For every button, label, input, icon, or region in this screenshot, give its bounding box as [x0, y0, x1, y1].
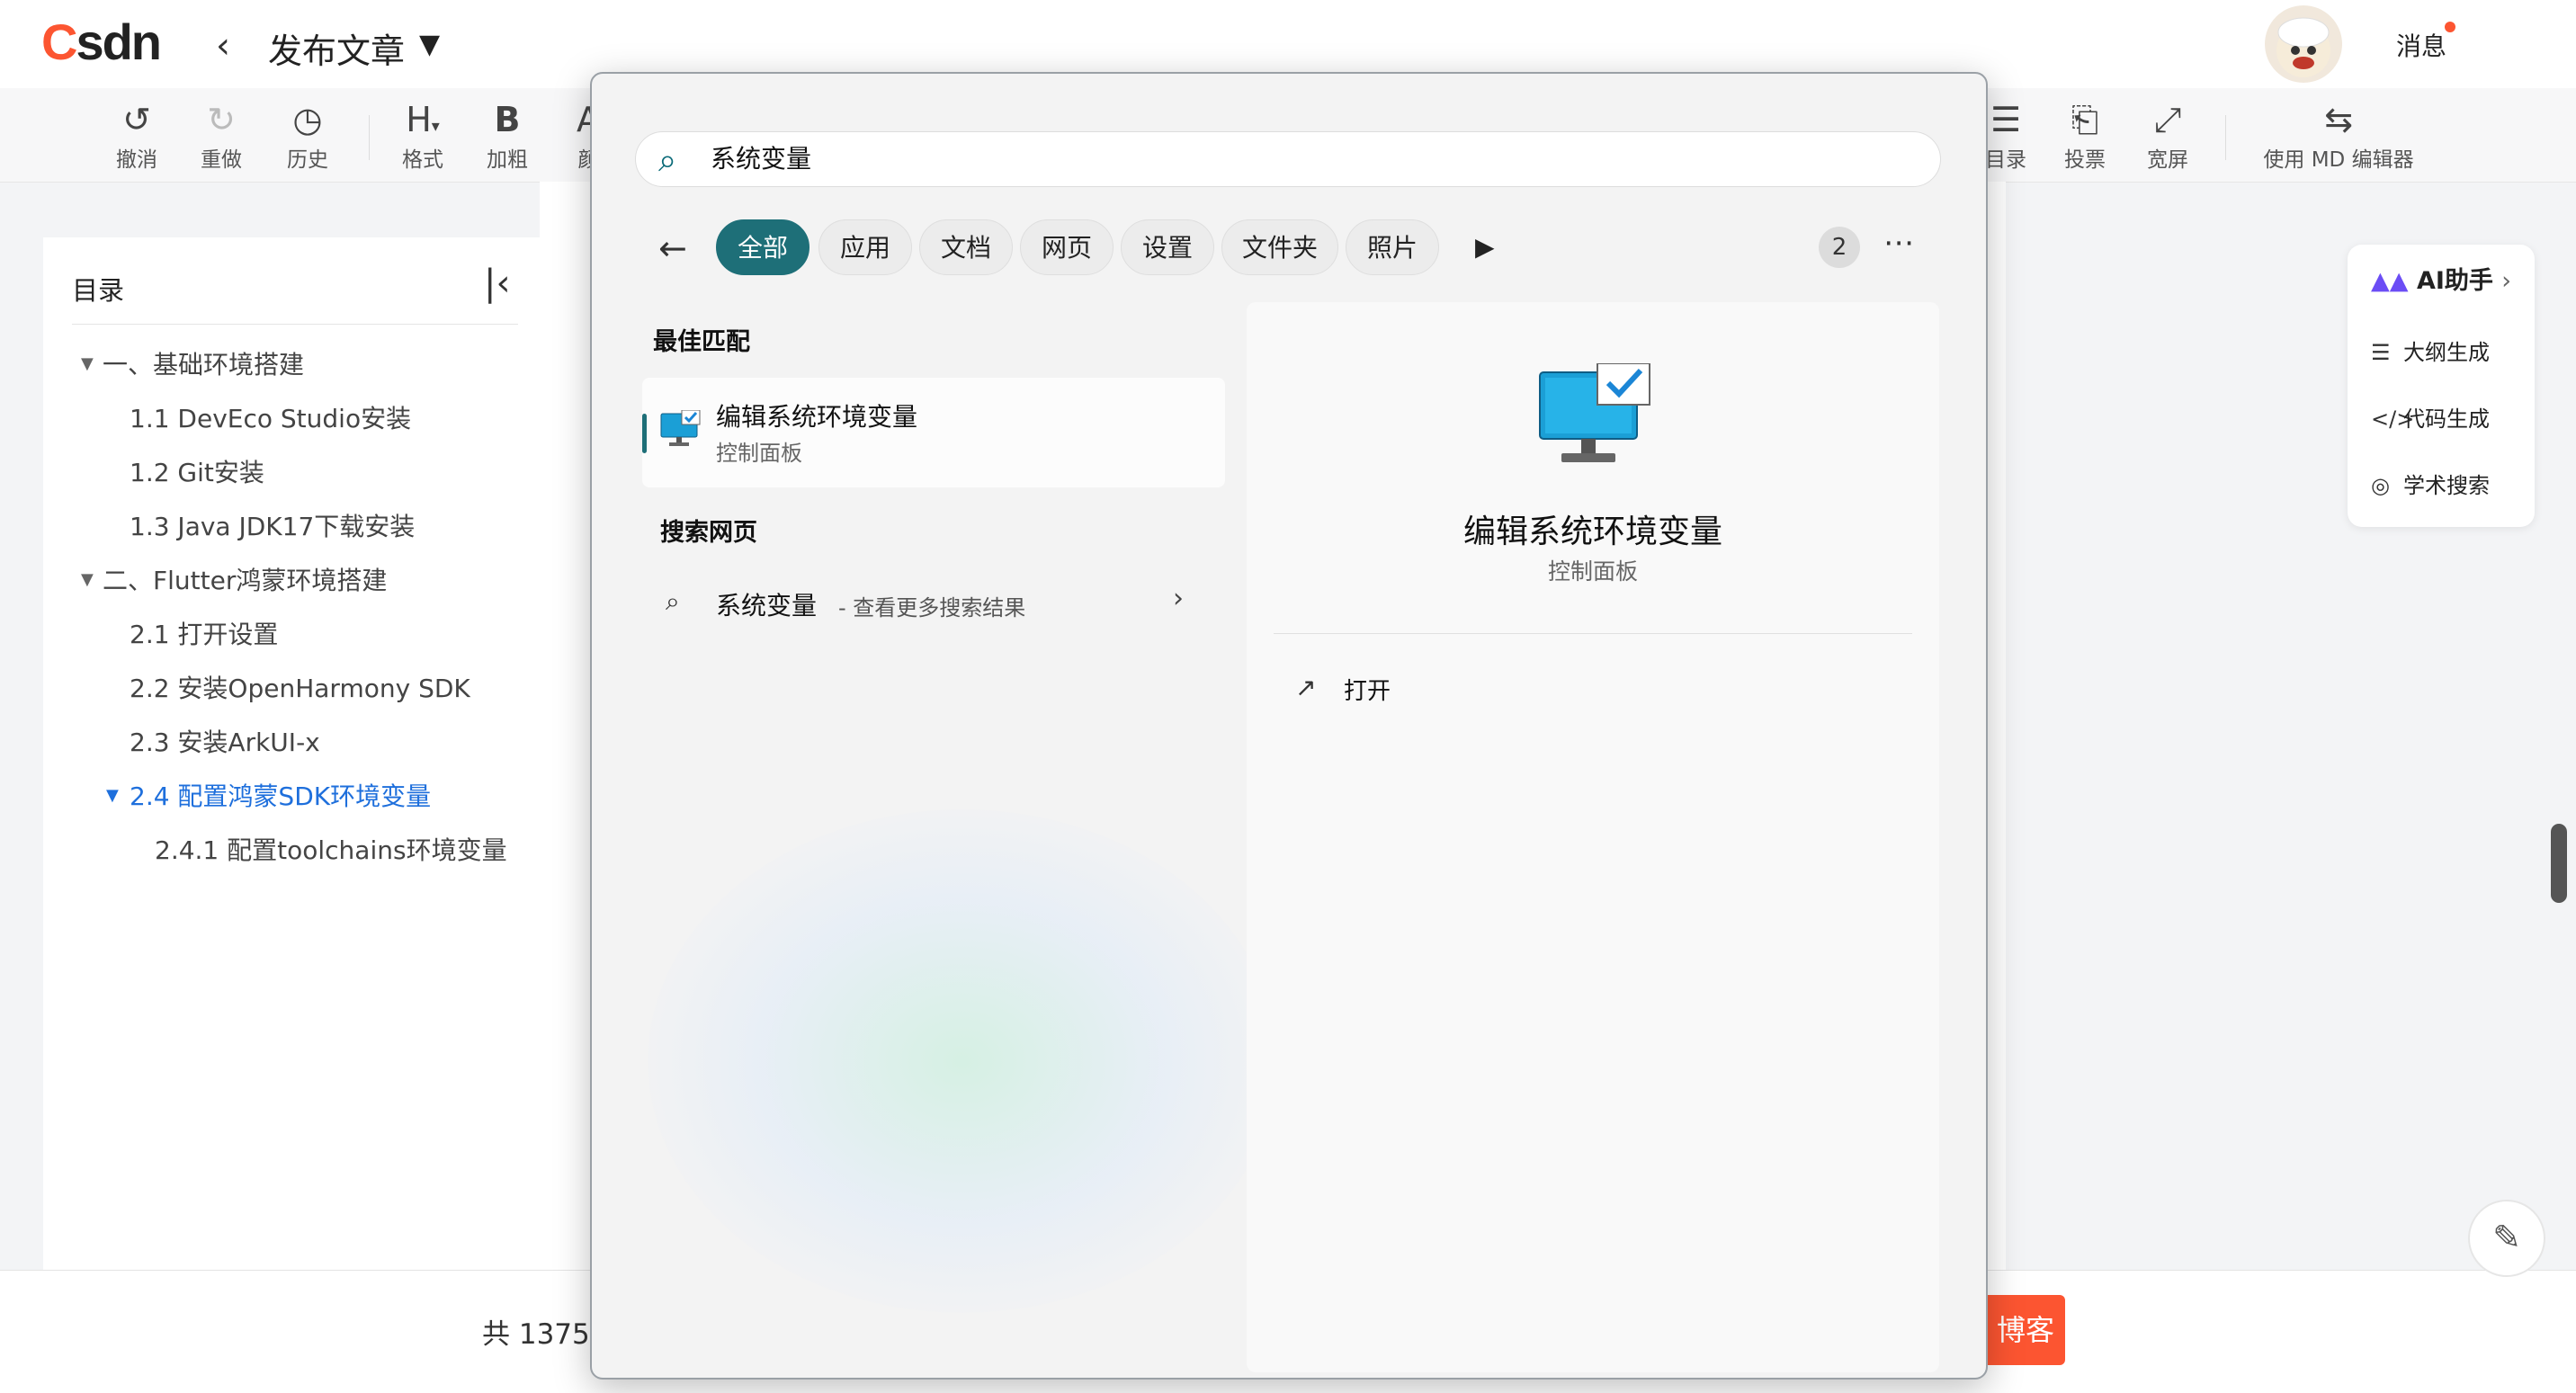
heading-icon: H▾: [406, 100, 440, 139]
toc-item[interactable]: 一、基础环境搭建: [103, 345, 304, 381]
code-label: 代码生成: [2403, 406, 2490, 432]
toc-item[interactable]: 1.2 Git安装: [130, 453, 264, 489]
filter-chip-folders[interactable]: 文件夹: [1221, 219, 1338, 275]
filter-chip-apps[interactable]: 应用: [818, 219, 912, 275]
logo-rest: SDN: [76, 13, 162, 70]
code-icon: </>: [2371, 406, 2415, 432]
bold-label: 加粗: [487, 148, 528, 172]
word-count: 共 1375: [482, 1318, 590, 1351]
history-icon: ◷: [292, 100, 323, 139]
history-label: 历史: [287, 148, 328, 172]
toc-item[interactable]: 二、Flutter鸿蒙环境搭建: [103, 561, 387, 597]
open-external-icon[interactable]: ↗: [1295, 673, 1316, 702]
toc-item[interactable]: 2.1 打开设置: [130, 615, 278, 651]
format-label: 格式: [402, 148, 443, 172]
ballot-icon: ⎗: [2071, 100, 2099, 139]
best-match-subtitle: 控制面板: [716, 441, 802, 466]
outline-icon: ☰: [2371, 340, 2391, 365]
redo-icon: ↻: [207, 100, 236, 139]
back-arrow-icon[interactable]: ←: [658, 228, 687, 268]
search-icon: ⌕: [666, 586, 680, 616]
play-icon[interactable]: ▶: [1475, 232, 1495, 262]
format-button[interactable]: H▾ 格式: [378, 99, 468, 173]
notification-dot: [2445, 22, 2455, 32]
md-editor-label: 使用 MD 编辑器: [2263, 148, 2414, 172]
filter-chip-documents[interactable]: 文档: [919, 219, 1013, 275]
chevron-right-icon: ›: [2501, 267, 2512, 295]
system-properties-icon: [1539, 363, 1650, 462]
system-properties-icon: [660, 410, 701, 446]
swap-icon: ⇆: [2324, 100, 2353, 139]
bold-button[interactable]: B 加粗: [462, 99, 552, 173]
outline-generate-button[interactable]: ☰ 大纲生成: [2371, 335, 2490, 366]
academic-icon: ◎: [2371, 473, 2390, 498]
web-search-hint[interactable]: - 查看更多搜索结果: [838, 590, 1025, 621]
toc-item[interactable]: 1.1 DevEco Studio安装: [130, 399, 411, 435]
toc-title: 目录: [72, 275, 125, 306]
widescreen-button[interactable]: ⤢ 宽屏: [2123, 99, 2213, 173]
chevron-right-icon[interactable]: ›: [1173, 583, 1184, 614]
code-generate-button[interactable]: </>代码生成: [2371, 401, 2490, 433]
ai-assistant-title[interactable]: ▲▲ AI助手 ›: [2371, 261, 2511, 296]
more-options-icon[interactable]: ⋯: [1883, 225, 1914, 261]
md-editor-button[interactable]: ⇆ 使用 MD 编辑器: [2249, 99, 2428, 173]
selection-indicator: [642, 414, 647, 453]
avatar[interactable]: [2265, 5, 2342, 83]
undo-button[interactable]: ↺ 撤消: [92, 99, 182, 173]
caret-down-icon[interactable]: ▼: [106, 786, 119, 805]
undo-label: 撤消: [116, 148, 157, 172]
toc-item[interactable]: 2.4.1 配置toolchains环境变量: [155, 831, 507, 867]
best-match-heading: 最佳匹配: [653, 328, 750, 356]
outline-label: 大纲生成: [2403, 340, 2490, 365]
redo-button[interactable]: ↻ 重做: [176, 99, 266, 173]
undo-icon: ↺: [122, 100, 151, 139]
caret-down-icon[interactable]: ▼: [81, 570, 94, 589]
filter-chip-all[interactable]: 全部: [716, 219, 809, 275]
filter-chip-photos[interactable]: 照片: [1346, 219, 1439, 275]
toc-item[interactable]: 2.3 安装ArkUI-x: [130, 723, 320, 759]
page-scrollbar[interactable]: [2551, 824, 2567, 903]
filter-chip-settings[interactable]: 设置: [1121, 219, 1214, 275]
background-glow: [648, 809, 1277, 1313]
preview-subtitle: 控制面板: [1547, 558, 1638, 585]
filter-chip-web[interactable]: 网页: [1020, 219, 1114, 275]
preview-divider: [1274, 633, 1912, 634]
academic-label: 学术搜索: [2403, 473, 2490, 498]
toc-item[interactable]: 1.3 Java JDK17下载安装: [130, 507, 415, 543]
avatar-image: [2276, 17, 2330, 77]
toolbar-divider: [369, 115, 370, 160]
redo-label: 重做: [201, 148, 242, 172]
open-action[interactable]: 打开: [1344, 673, 1391, 706]
toc-item[interactable]: 2.2 安装OpenHarmony SDK: [130, 669, 470, 705]
toolbar-divider: [2225, 115, 2226, 160]
search-input[interactable]: [711, 142, 1520, 172]
ai-title-text: AI助手: [2416, 267, 2493, 295]
csdn-logo[interactable]: CSDN: [41, 13, 162, 71]
result-count-badge[interactable]: 2: [1819, 227, 1860, 268]
toc-item-active[interactable]: 2.4 配置鸿蒙SDK环境变量: [130, 777, 431, 813]
toc-divider: [72, 324, 518, 325]
academic-search-button[interactable]: ◎ 学术搜索: [2371, 468, 2490, 499]
bold-icon: B: [494, 100, 521, 139]
caret-down-icon[interactable]: ▼: [81, 354, 94, 373]
search-icon: ⌕: [658, 142, 677, 179]
preview-title: 编辑系统环境变量: [1462, 513, 1722, 550]
widescreen-label: 宽屏: [2147, 148, 2188, 172]
ai-logo-icon: ▲▲: [2371, 267, 2409, 295]
web-search-heading: 搜索网页: [660, 519, 757, 547]
edit-note-icon[interactable]: ✎: [2468, 1200, 2545, 1277]
vote-button[interactable]: ⎗ 投票: [2040, 99, 2130, 173]
collapse-panel-icon[interactable]: |‹: [484, 263, 510, 304]
back-icon[interactable]: ‹: [216, 25, 230, 67]
caret-down-icon[interactable]: ▼: [419, 29, 440, 60]
logo-c: C: [41, 13, 77, 70]
messages-link[interactable]: 消息: [2396, 27, 2446, 63]
page-title[interactable]: 发布文章: [268, 23, 405, 73]
history-button[interactable]: ◷ 历史: [263, 99, 353, 173]
expand-icon: ⤢: [2153, 100, 2182, 139]
web-search-query[interactable]: 系统变量: [716, 586, 817, 622]
best-match-title: 编辑系统环境变量: [716, 402, 918, 432]
vote-label: 投票: [2064, 148, 2106, 172]
